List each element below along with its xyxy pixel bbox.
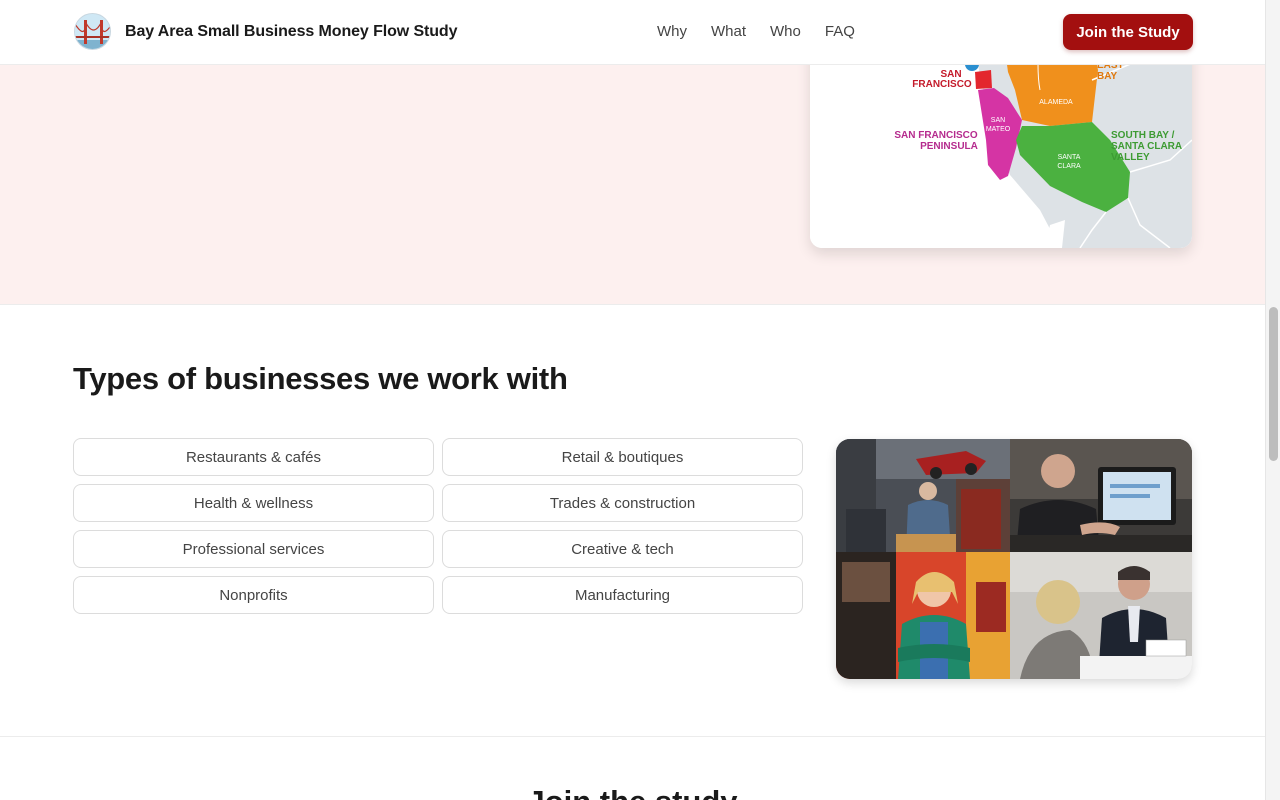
map-label-san-mateo-1: SAN [991,117,1005,124]
top-navigation: Bay Area Small Business Money Flow Study… [0,0,1265,65]
golden-gate-logo-icon [74,13,111,50]
map-label-san-mateo-2: MATEO [986,126,1011,133]
section-divider [0,736,1265,737]
map-label-peninsula-1: SAN FRANCISCO [894,130,978,141]
business-type-retail: Retail & boutiques [442,438,803,476]
photo-professional-meeting [1010,552,1192,679]
page-scrollbar[interactable] [1265,0,1280,800]
map-label-south-bay-2: SANTA CLARA [1111,141,1182,152]
map-label-peninsula-2: PENINSULA [920,141,978,152]
map-label-santa-clara-2: CLARA [1057,163,1081,170]
map-label-santa-clara-1: SANTA [1058,154,1081,161]
business-type-creative: Creative & tech [442,530,803,568]
san-francisco-region [975,70,992,89]
photo-man-at-computer [1010,439,1192,552]
join-study-heading: Join the study [0,784,1265,800]
business-type-restaurants: Restaurants & cafés [73,438,434,476]
business-type-nonprofits: Nonprofits [73,576,434,614]
business-type-manufacturing: Manufacturing [442,576,803,614]
brand-home-link[interactable]: Bay Area Small Business Money Flow Study [74,13,458,50]
site-title: Bay Area Small Business Money Flow Study [125,22,458,40]
photo-auto-mechanic [836,439,1010,552]
nav-link-who[interactable]: Who [770,23,801,40]
business-type-health: Health & wellness [73,484,434,522]
nav-link-faq[interactable]: FAQ [825,23,855,40]
map-label-alameda: ALAMEDA [1039,99,1073,106]
map-label-south-bay-1: SOUTH BAY / [1111,130,1175,141]
nav-link-why[interactable]: Why [657,23,687,40]
scrollbar-thumb[interactable] [1269,307,1278,461]
business-types-grid: Restaurants & cafés Retail & boutiques H… [73,438,803,614]
business-type-trades: Trades & construction [442,484,803,522]
main-nav: Why What Who FAQ [657,23,879,40]
photo-cafe-owner [836,552,1010,679]
join-study-button[interactable]: Join the Study [1063,14,1193,50]
map-label-east-bay-2: BAY [1097,71,1118,82]
business-type-professional: Professional services [73,530,434,568]
nav-link-what[interactable]: What [711,23,746,40]
business-types-heading: Types of businesses we work with [73,361,568,396]
map-label-south-bay-3: VALLEY [1111,152,1150,163]
business-owners-photo-collage [836,439,1192,679]
map-label-san-francisco-2: FRANCISCO [912,79,972,90]
